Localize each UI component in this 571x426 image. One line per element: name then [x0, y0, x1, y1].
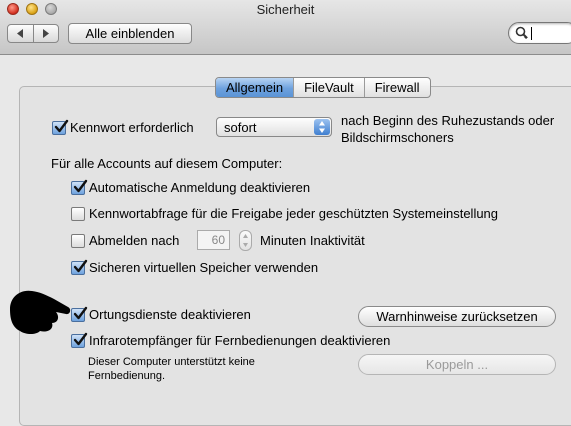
tab-allgemein[interactable]: Allgemein — [216, 78, 294, 97]
secure-virtual-memory-label: Sicheren virtuellen Speicher verwenden — [89, 260, 319, 275]
search-icon — [515, 26, 528, 39]
pointing-hand-icon — [10, 290, 71, 334]
disable-auto-login-label: Automatische Anmeldung deaktivieren — [89, 180, 311, 195]
reset-warnings-button[interactable]: Warnhinweise zurücksetzen — [358, 306, 556, 327]
logout-after-checkbox[interactable] — [71, 234, 85, 248]
password-required-checkbox[interactable] — [52, 119, 69, 135]
text-caret — [531, 27, 532, 40]
checkmark-icon — [73, 259, 88, 273]
require-password-prefs-checkbox[interactable] — [71, 207, 85, 221]
back-forward-control — [7, 24, 59, 43]
disable-auto-login-checkbox[interactable] — [71, 179, 88, 195]
disable-ir-receiver-checkbox[interactable] — [71, 332, 88, 348]
secure-virtual-memory-checkbox[interactable] — [71, 259, 88, 275]
tab-bar: Allgemein FileVault Firewall — [215, 77, 431, 98]
logout-minutes-field[interactable]: 60 — [197, 230, 230, 250]
window-toolbar: Sicherheit Alle einblenden — [0, 0, 571, 55]
window-title: Sicherheit — [256, 2, 315, 17]
updown-arrows-icon — [314, 119, 330, 135]
search-field[interactable] — [508, 22, 571, 44]
logout-minutes-suffix: Minuten Inaktivität — [260, 233, 365, 248]
password-delay-value: sofort — [224, 120, 257, 135]
forward-arrow-icon[interactable] — [32, 25, 59, 42]
stepper-arrows-icon — [243, 234, 248, 247]
remote-note-line1: Dieser Computer unterstützt keine — [88, 356, 255, 368]
disable-location-services-label: Ortungsdienste deaktivieren — [89, 307, 251, 322]
password-delay-text-line2: Bildschirmschoners — [341, 130, 454, 145]
pair-remote-button[interactable]: Koppeln ... — [358, 354, 556, 375]
checkmark-icon — [73, 179, 88, 193]
tab-filevault[interactable]: FileVault — [293, 78, 364, 97]
show-all-button[interactable]: Alle einblenden — [68, 23, 192, 44]
password-delay-text-line1: nach Beginn des Ruhezustands oder — [341, 113, 555, 128]
logout-after-label: Abmelden nach — [89, 233, 180, 248]
password-required-label: Kennwort erforderlich — [70, 120, 194, 135]
disable-location-services-checkbox[interactable] — [71, 306, 88, 322]
checkmark-icon — [73, 306, 88, 320]
tab-firewall[interactable]: Firewall — [363, 78, 430, 97]
disable-ir-receiver-label: Infrarotempfänger für Fernbedienungen de… — [89, 333, 391, 348]
require-password-prefs-label: Kennwortabfrage für die Freigabe jeder g… — [89, 206, 499, 221]
password-delay-popup[interactable]: sofort — [216, 117, 332, 137]
remote-note-line2: Fernbedienung. — [88, 370, 166, 382]
logout-minutes-stepper[interactable] — [239, 230, 252, 251]
back-arrow-icon[interactable] — [8, 25, 33, 42]
all-accounts-heading: Für alle Accounts auf diesem Computer: — [51, 156, 283, 171]
checkmark-icon — [54, 119, 69, 133]
checkmark-icon — [73, 332, 88, 346]
